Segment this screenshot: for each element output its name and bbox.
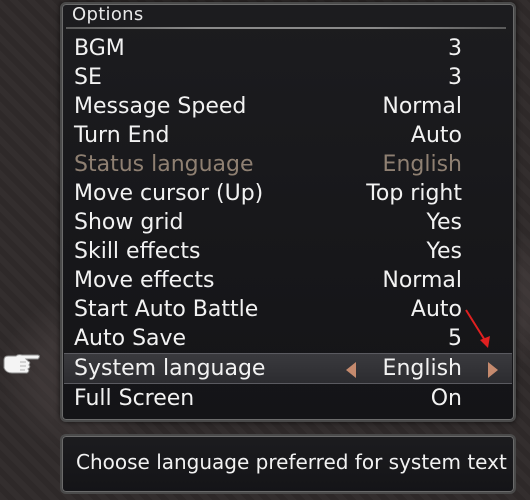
option-value: 3 [448,65,462,90]
option-turn-end[interactable]: Turn End Auto [60,121,516,150]
option-start-auto-battle[interactable]: Start Auto Battle Auto [60,295,516,324]
option-value: 5 [448,326,462,351]
option-value: Yes [426,210,462,235]
option-auto-save[interactable]: Auto Save 5 [60,324,516,353]
option-value: Yes [426,239,462,264]
help-text: Choose language preferred for system tex… [76,450,507,474]
title-divider [66,27,506,29]
option-label: BGM [74,36,125,61]
option-label: Message Speed [74,94,247,119]
option-status-language: Status language English [60,150,516,179]
option-label: Start Auto Battle [74,297,259,322]
option-skill-effects[interactable]: Skill effects Yes [60,237,516,266]
option-value: On [430,386,462,411]
option-label: Full Screen [74,386,195,411]
option-move-cursor[interactable]: Move cursor (Up) Top right [60,179,516,208]
option-label: Auto Save [74,326,187,351]
option-bgm[interactable]: BGM 3 [60,34,516,63]
option-label: Turn End [74,123,170,148]
option-move-effects[interactable]: Move effects Normal [60,266,516,295]
option-label: Skill effects [74,239,201,264]
panel-title: Options [72,4,144,25]
option-value: English [382,356,462,381]
option-full-screen[interactable]: Full Screen On [60,384,516,413]
help-box: Choose language preferred for system tex… [60,434,516,494]
option-label: System language [74,356,266,381]
option-se[interactable]: SE 3 [60,63,516,92]
option-label: Show grid [74,210,184,235]
option-value: English [382,152,462,177]
annotation-arrow-icon [465,309,490,348]
option-message-speed[interactable]: Message Speed Normal [60,92,516,121]
option-label: SE [74,65,102,90]
option-label: Move cursor (Up) [74,181,264,206]
option-value: Top right [366,181,462,206]
option-value: 3 [448,36,462,61]
option-value: Auto [410,297,462,322]
options-list: BGM 3 SE 3 Message Speed Normal Turn End… [60,34,516,413]
option-system-language[interactable]: System language English [64,353,512,384]
arrow-right-icon[interactable] [488,362,498,378]
option-value: Auto [410,123,462,148]
option-show-grid[interactable]: Show grid Yes [60,208,516,237]
option-label: Move effects [74,268,215,293]
pointing-hand-icon [3,354,40,374]
option-value: Normal [382,94,462,119]
option-label: Status language [74,152,254,177]
option-value: Normal [382,268,462,293]
arrow-left-icon[interactable] [346,362,356,378]
